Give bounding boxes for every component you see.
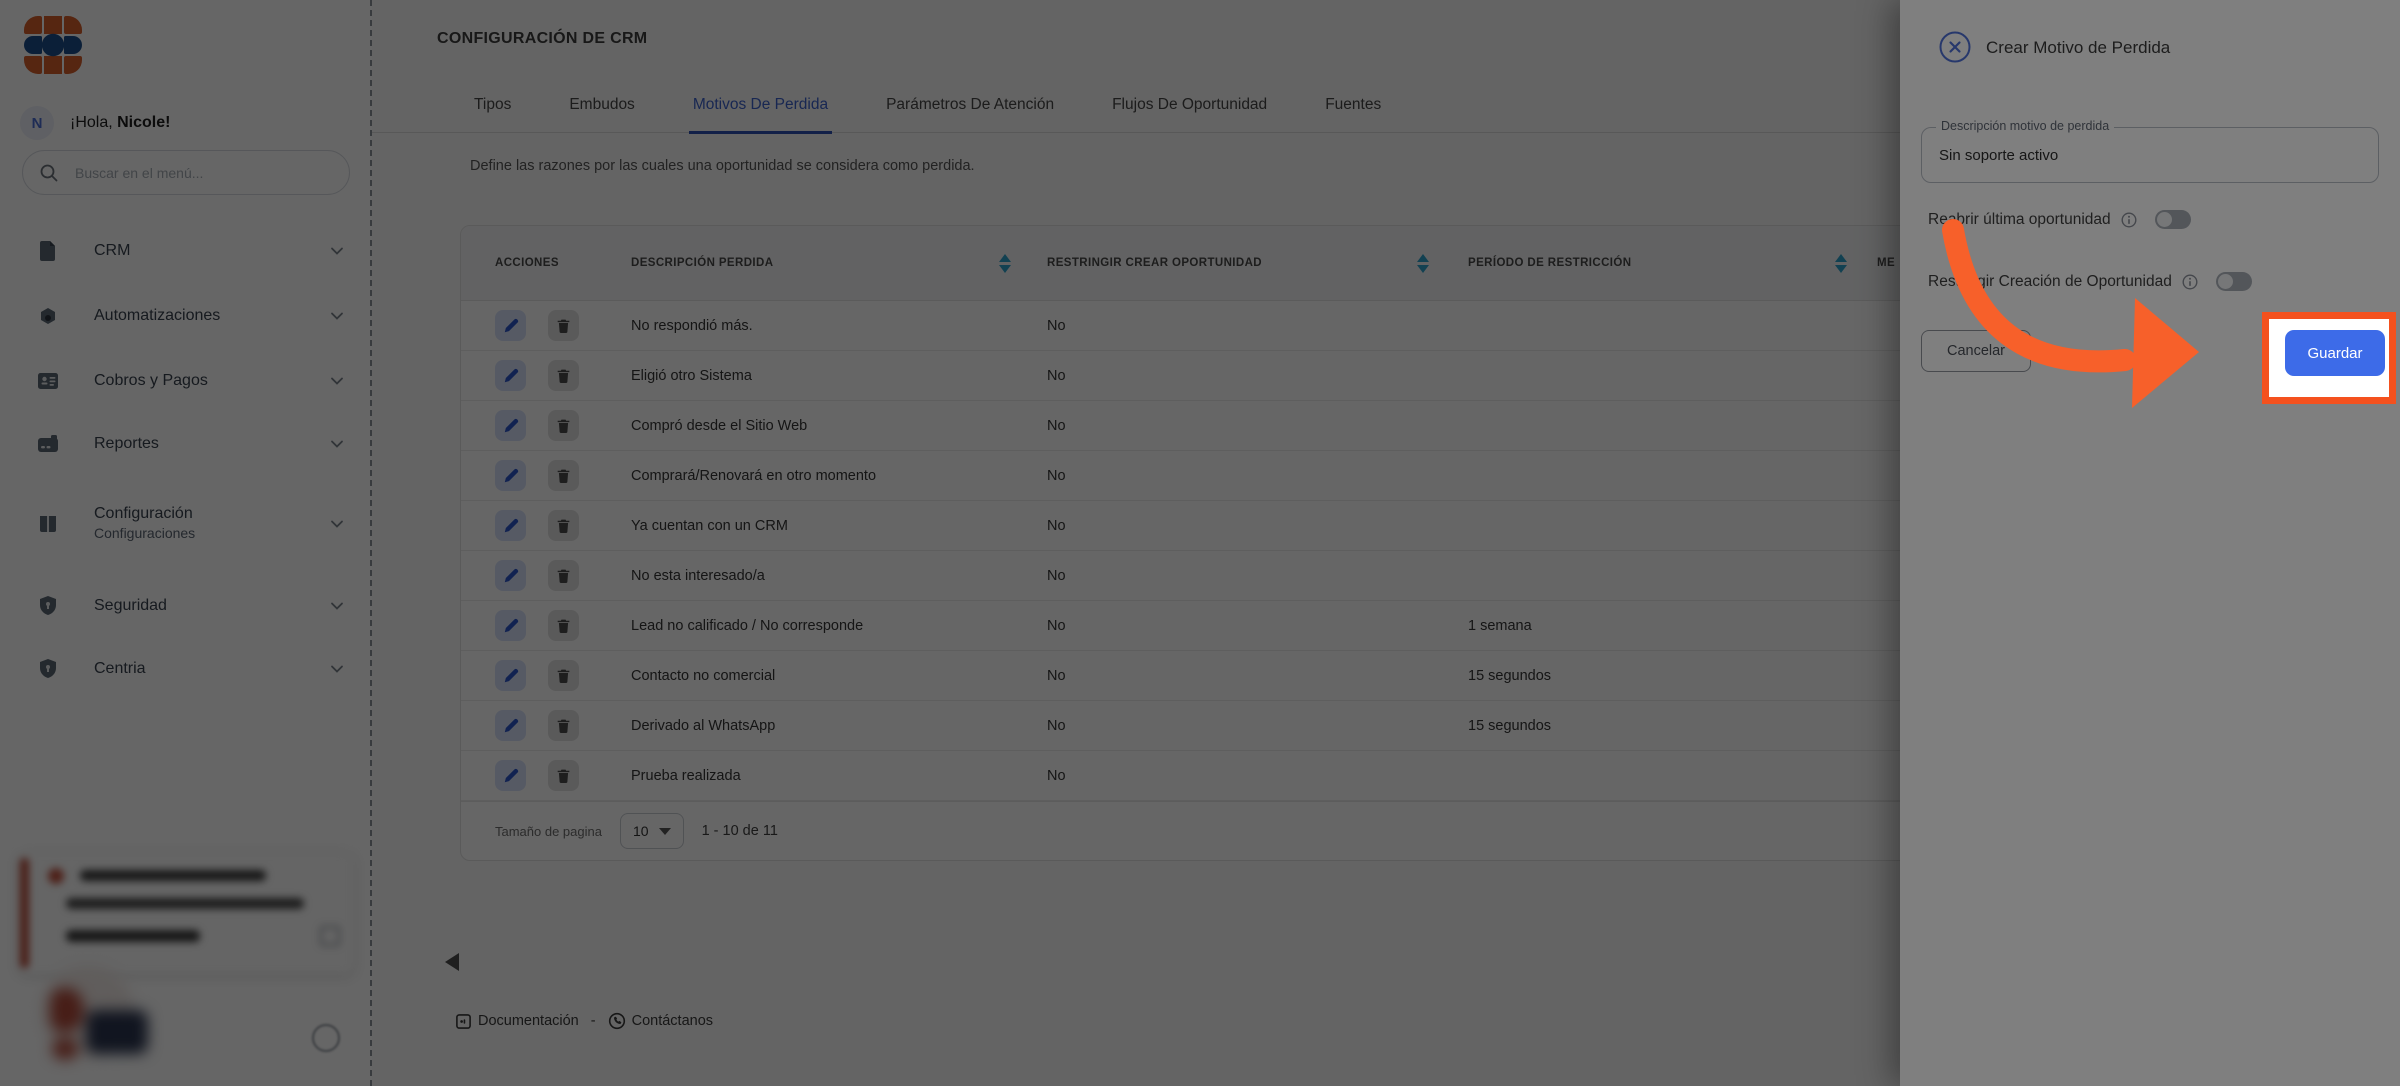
app-root: N ¡Hola, Nicole! CRM Automatizaciones Co… [0, 0, 2400, 1086]
guardar-highlight-box: Guardar [2262, 312, 2396, 404]
tutorial-dim-overlay [0, 0, 2400, 1086]
save-button[interactable]: Guardar [2285, 330, 2385, 376]
